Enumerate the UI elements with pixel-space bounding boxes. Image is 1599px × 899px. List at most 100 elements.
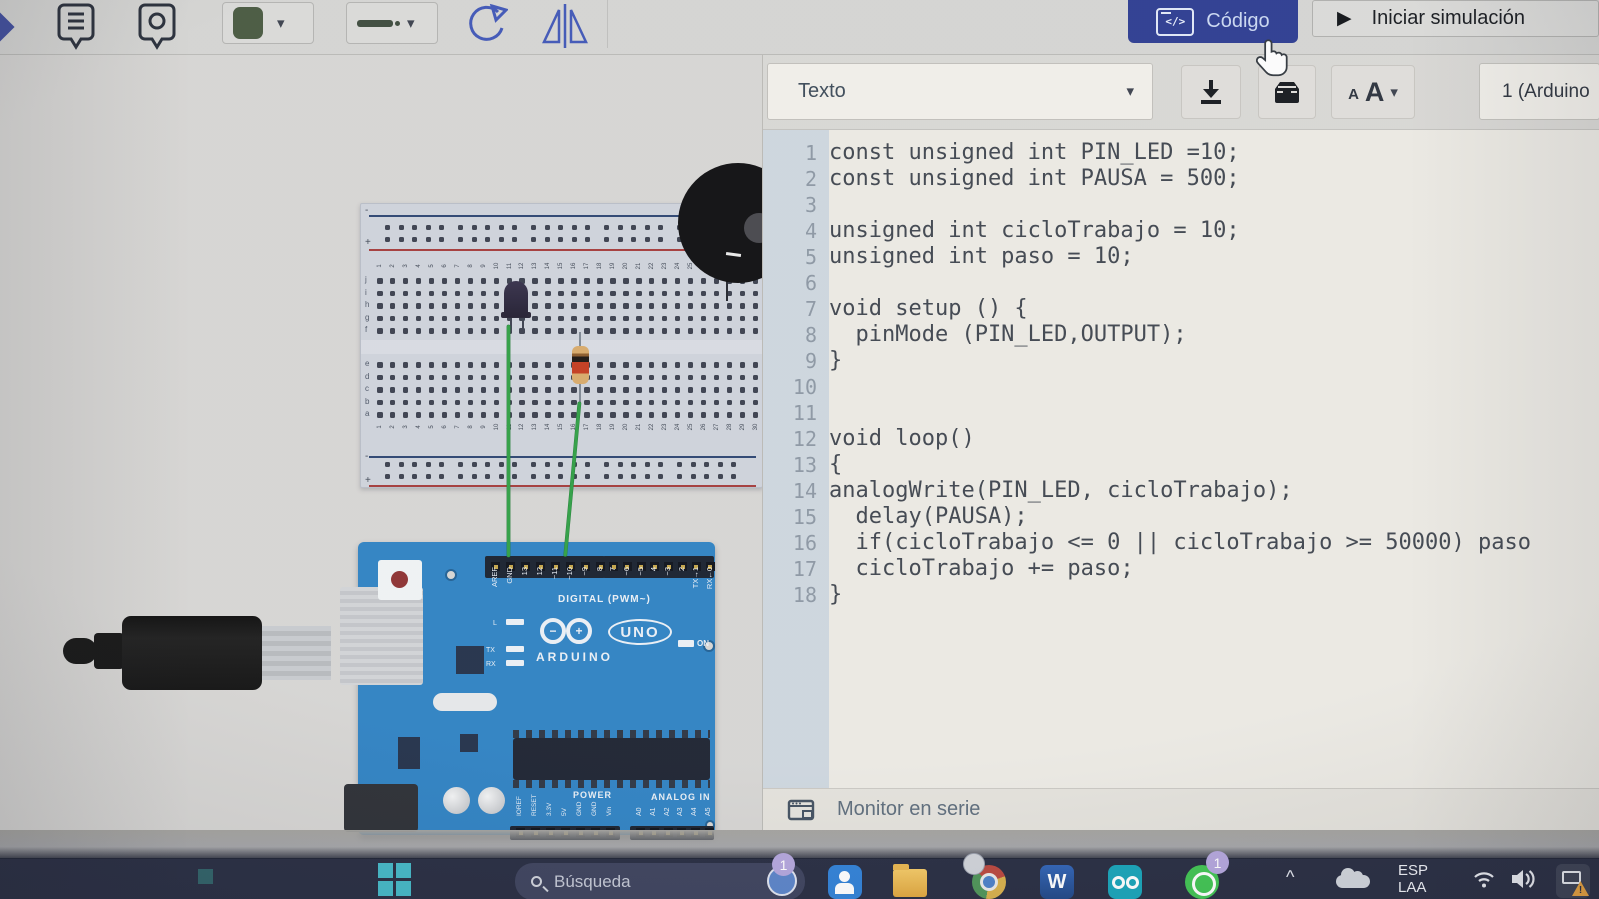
- search-box[interactable]: Búsqueda: [515, 863, 805, 899]
- code-line[interactable]: 6: [763, 270, 1599, 296]
- serial-monitor-icon: [787, 798, 815, 822]
- wire-gnd[interactable]: [507, 325, 510, 557]
- file-explorer-icon[interactable]: [893, 869, 927, 897]
- notification-badge: 1: [772, 853, 795, 876]
- volume-icon[interactable]: [1510, 867, 1538, 891]
- code-line[interactable]: 4unsigned int cicloTrabajo = 10;: [763, 218, 1599, 244]
- taskbar-app-icon[interactable]: [198, 869, 213, 884]
- security-warning-icon[interactable]: !: [1556, 864, 1590, 898]
- usb-cable-connector: [261, 626, 331, 680]
- rotate-icon[interactable]: [462, 2, 508, 50]
- code-line[interactable]: 10: [763, 374, 1599, 400]
- arduino-logo: −: [540, 618, 566, 644]
- reset-button[interactable]: [378, 560, 422, 600]
- code-button[interactable]: </> Código: [1128, 0, 1298, 43]
- tray-chevron-icon[interactable]: ^: [1286, 867, 1294, 888]
- mount-hole: [445, 569, 457, 581]
- component-label-icon[interactable]: [136, 2, 178, 52]
- code-line[interactable]: 1const unsigned int PIN_LED =10;: [763, 140, 1599, 166]
- code-line[interactable]: 18}: [763, 582, 1599, 608]
- chevron-down-icon: ▾: [277, 16, 285, 31]
- taskbar: Búsqueda 1 W 1 ^ ESP LAA !: [0, 858, 1599, 899]
- top-toolbar: ▾ ▾ </> Código ▶ Iniciar simulación: [0, 0, 1599, 55]
- code-line[interactable]: 3: [763, 192, 1599, 218]
- on-led: [678, 640, 694, 647]
- edit-mode-select[interactable]: Texto ▾: [767, 63, 1153, 120]
- notes-label-icon[interactable]: [55, 2, 97, 52]
- toolbar-divider: [607, 0, 608, 48]
- font-size-button[interactable]: A A ▾: [1331, 65, 1415, 119]
- onedrive-icon[interactable]: [1336, 875, 1370, 888]
- download-button[interactable]: [1181, 65, 1241, 119]
- word-icon[interactable]: W: [1040, 865, 1074, 899]
- code-line[interactable]: 8 pinMode (PIN_LED,OUTPUT);: [763, 322, 1599, 348]
- crystal: [433, 693, 497, 711]
- code-editor[interactable]: 1const unsigned int PIN_LED =10;2const u…: [763, 130, 1599, 788]
- led-tx: [506, 646, 524, 652]
- capacitor: [478, 787, 505, 814]
- code-line[interactable]: 9}: [763, 348, 1599, 374]
- search-placeholder: Búsqueda: [554, 872, 631, 892]
- arduino-uno-board[interactable]: DIGITAL (PWM~) L TX RX − + ARDUINO UNO O…: [358, 542, 715, 835]
- serial-monitor-bar[interactable]: Monitor en serie: [763, 788, 1599, 830]
- regulator: [398, 737, 420, 769]
- code-line[interactable]: 12void loop(): [763, 426, 1599, 452]
- arduino-app-icon[interactable]: [1108, 865, 1142, 899]
- code-line[interactable]: 13{: [763, 452, 1599, 478]
- chip-small: [460, 734, 478, 752]
- uno-label: UNO: [608, 619, 672, 645]
- chevron-down-icon: ▾: [1126, 84, 1134, 99]
- flip-mirror-icon[interactable]: [538, 2, 592, 50]
- code-icon: </>: [1156, 8, 1194, 36]
- usb-cable-tip: [63, 638, 97, 664]
- teams-icon[interactable]: [828, 865, 862, 899]
- code-line[interactable]: 7void setup () {: [763, 296, 1599, 322]
- play-icon: ▶: [1337, 9, 1352, 28]
- download-icon: [1198, 78, 1224, 106]
- led-tx-label: TX: [486, 647, 495, 654]
- screen: ▾ ▾ </> Código ▶ Iniciar simulación -+-+…: [0, 0, 1599, 899]
- archive-icon: [1272, 79, 1302, 105]
- color-picker-dropdown[interactable]: ▾: [222, 2, 314, 44]
- wire-style-icon: [357, 20, 393, 27]
- microcontroller: [513, 738, 710, 780]
- ic-pins: [513, 780, 710, 788]
- windows-start-button[interactable]: [378, 863, 411, 896]
- led[interactable]: [504, 281, 528, 317]
- search-icon: [531, 876, 542, 887]
- on-label: ON: [697, 639, 709, 648]
- led-l: [506, 619, 524, 625]
- code-panel-toolbar: Texto ▾ A A ▾: [763, 55, 1599, 130]
- code-line[interactable]: 15 delay(PAUSA);: [763, 504, 1599, 530]
- led-rx: [506, 660, 524, 666]
- capacitor: [443, 787, 470, 814]
- code-lines: 1const unsigned int PIN_LED =10;2const u…: [763, 140, 1599, 608]
- chip-small: [456, 646, 484, 674]
- led-rx-label: RX: [486, 661, 496, 668]
- code-line[interactable]: 2const unsigned int PAUSA = 500;: [763, 166, 1599, 192]
- code-line[interactable]: 14analogWrite(PIN_LED, cicloTrabajo);: [763, 478, 1599, 504]
- arduino-brand: ARDUINO: [536, 650, 613, 664]
- wire-style-dropdown[interactable]: ▾: [346, 2, 438, 44]
- screen-edge: [0, 830, 1599, 858]
- overlay-app-icon[interactable]: [963, 853, 985, 875]
- code-line[interactable]: 5unsigned int paso = 10;: [763, 244, 1599, 270]
- language-indicator[interactable]: ESP LAA: [1398, 862, 1428, 896]
- code-line[interactable]: 16 if(cicloTrabajo <= 0 || cicloTrabajo …: [763, 530, 1599, 556]
- select-tool-icon[interactable]: [0, 11, 15, 42]
- resistor-lead: [579, 383, 581, 403]
- code-line[interactable]: 11: [763, 400, 1599, 426]
- ic-pins: [513, 730, 710, 738]
- code-line[interactable]: 17 cicloTrabajo += paso;: [763, 556, 1599, 582]
- whatsapp-badge: 1: [1206, 851, 1229, 874]
- resistor[interactable]: [572, 346, 589, 384]
- circuit-canvas[interactable]: -+-+jeidhcgbfa11223344556677889910101111…: [0, 55, 762, 830]
- power-jack: [344, 784, 418, 832]
- usb-cable-plug[interactable]: [122, 616, 262, 690]
- board-select[interactable]: 1 (Arduino: [1479, 63, 1599, 120]
- start-simulation-button[interactable]: ▶ Iniciar simulación: [1312, 0, 1599, 37]
- chevron-down-icon: ▾: [1390, 85, 1398, 100]
- buzzer-mark: [726, 252, 741, 257]
- usb-cable-collar: [94, 633, 124, 669]
- wifi-icon[interactable]: [1472, 869, 1496, 889]
